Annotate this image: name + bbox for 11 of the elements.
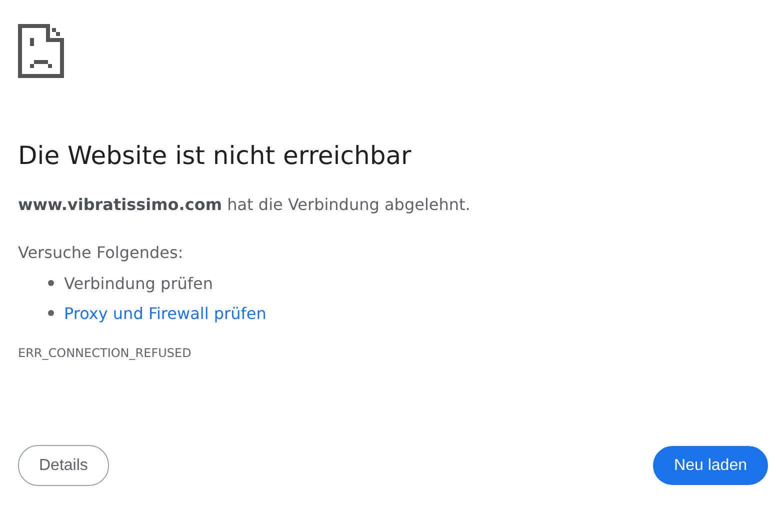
bullet-icon <box>48 310 54 316</box>
sad-document-icon <box>18 24 64 78</box>
bullet-icon <box>48 280 54 286</box>
details-button[interactable]: Details <box>18 445 109 486</box>
error-description: www.vibratissimo.com hat die Verbindung abgelehnt. <box>18 194 472 216</box>
suggestion-link[interactable]: Proxy und Firewall prüfen <box>64 304 266 322</box>
suggestions-intro: Versuche Folgendes: <box>18 242 184 264</box>
suggestion-text: Verbindung prüfen <box>64 274 214 292</box>
reload-button[interactable]: Neu laden <box>653 446 768 485</box>
error-heading: Die Website ist nicht erreichbar <box>18 140 412 172</box>
error-code: ERR_CONNECTION_REFUSED <box>18 346 192 360</box>
